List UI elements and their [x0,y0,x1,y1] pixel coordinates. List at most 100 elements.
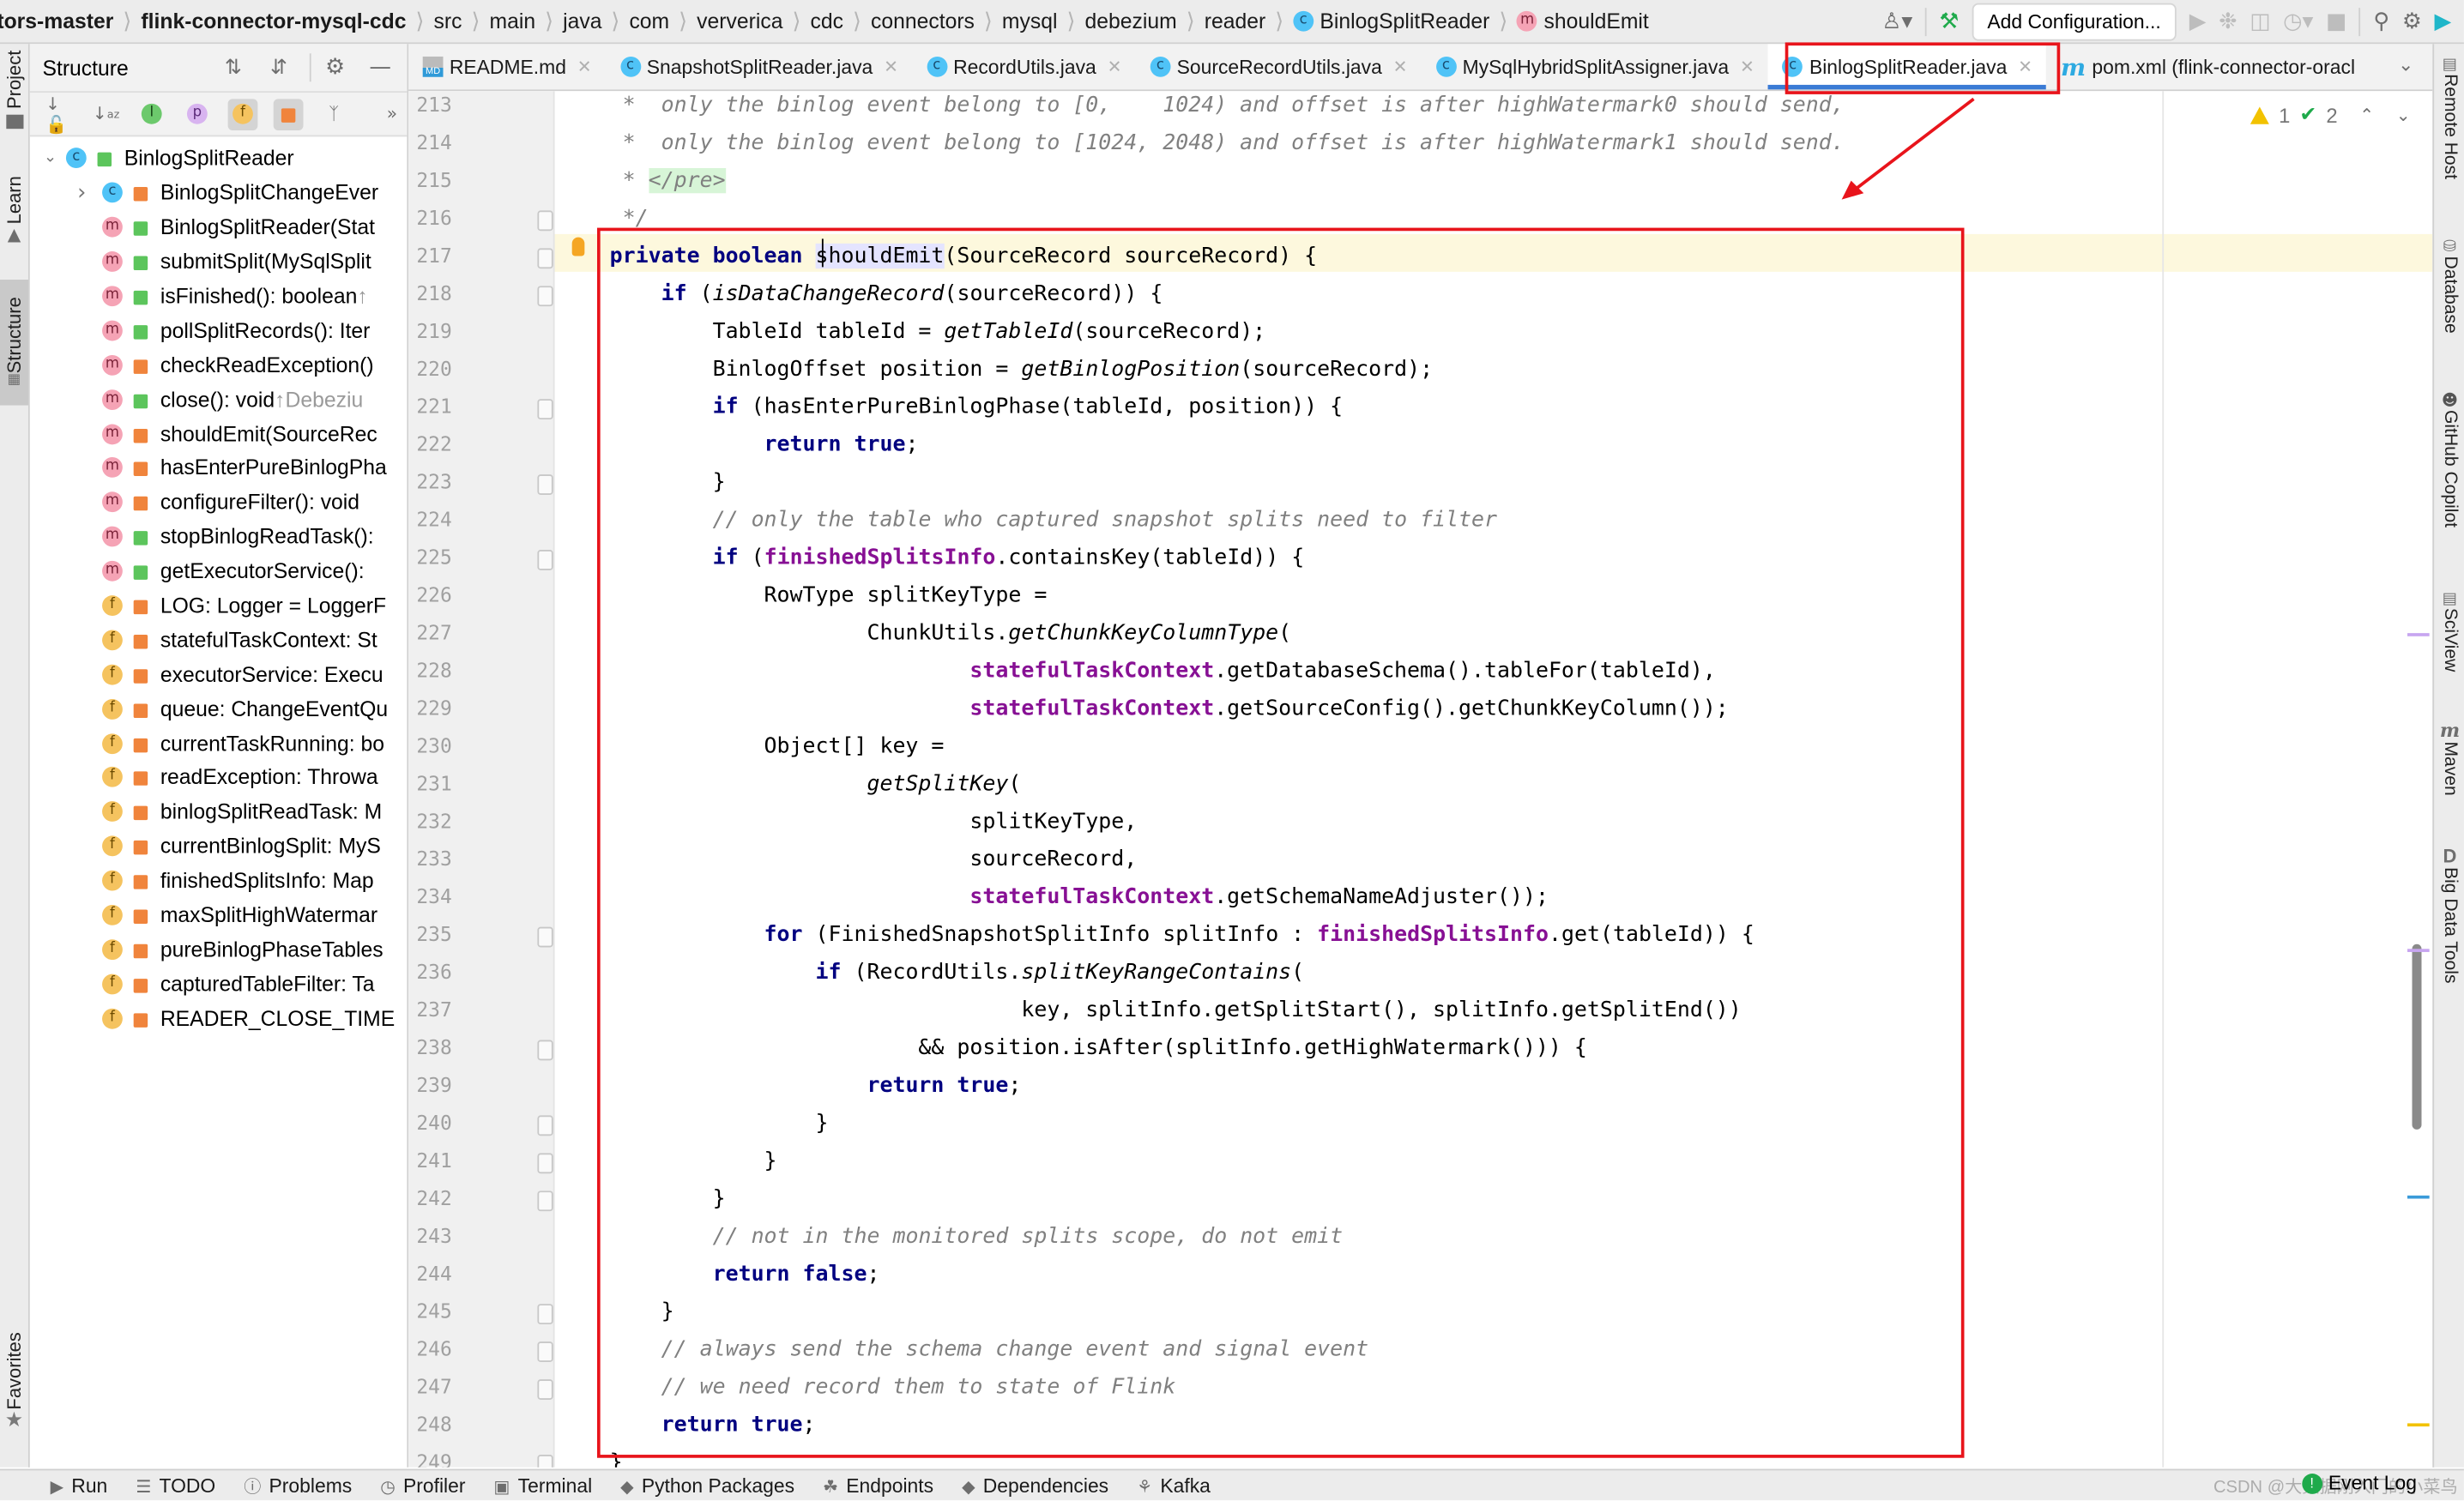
breadcrumb-item[interactable]: com [629,9,669,33]
next-highlight-icon[interactable]: ⌄ [2396,105,2411,126]
expand-all-icon[interactable]: ⇅ [225,56,242,79]
settings-gear-icon[interactable]: ⚙ [325,55,345,80]
profile-icon[interactable]: ◷▾ [2283,9,2313,33]
tool-tab-favorites[interactable]: Favorites ★ [0,1332,28,1433]
hide-panel-icon[interactable]: — [369,55,391,80]
show-fields-icon[interactable]: f [227,98,258,130]
tree-item[interactable]: f finishedSplitsInfo: Map [30,864,408,898]
tree-item[interactable]: m checkReadException() [30,347,408,382]
tool-window-run[interactable]: ▶ Run [51,1475,108,1498]
debug-icon[interactable]: ❉ [2219,9,2237,33]
tool-window-problems[interactable]: ⓘ Problems [244,1474,352,1498]
breadcrumb-item[interactable]: reader [1205,9,1265,33]
breadcrumb-item[interactable]: src [434,9,462,33]
tree-item[interactable]: m hasEnterPureBinlogPha [30,451,408,485]
fold-marker-icon[interactable] [537,1341,553,1362]
sort-alphabetically-icon[interactable]: ↓ a z [91,98,121,130]
coverage-icon[interactable]: ◫ [2250,9,2270,33]
tool-window-dependencies[interactable]: ◆ Dependencies [962,1475,1108,1498]
breadcrumb-item[interactable]: connectors [871,9,975,33]
sort-by-visibility-icon[interactable]: ↓🔓 [45,93,75,135]
tool-window-kafka[interactable]: ⚘ Kafka [1137,1475,1211,1498]
chevron-down-icon[interactable]: ⌄ [39,150,62,167]
tree-item[interactable]: f maxSplitHighWatermar [30,898,408,932]
breadcrumb-item[interactable]: cdc [810,9,842,33]
intention-bulb-icon[interactable] [571,237,585,256]
code-with-me-icon[interactable]: ▶ [2435,9,2452,33]
tool-tab-database[interactable]: ⛁ Database [2434,238,2464,333]
tree-item[interactable]: f statefulTaskContext: St [30,623,408,657]
editor-tab[interactable]: c SourceRecordUtils.java ✕ [1136,44,1422,89]
tree-item[interactable]: f currentTaskRunning: bo [30,726,408,760]
tree-item[interactable]: m shouldEmit(SourceRec [30,417,408,451]
tool-window-python-packages[interactable]: ◆ Python Packages [620,1475,794,1498]
tree-item[interactable]: › c BinlogSplitChangeEver [30,176,408,210]
tool-tab-learn[interactable]: Learn ▲ [0,176,28,244]
tree-item[interactable]: f capturedTableFilter: Ta [30,967,408,1001]
tree-item[interactable]: m configureFilter(): void [30,485,408,520]
tool-tab-sciview[interactable]: ▤ SciView [2434,591,2464,672]
tree-item[interactable]: m stopBinlogReadTask(): [30,520,408,554]
close-icon[interactable]: ✕ [884,57,898,77]
fold-marker-icon[interactable] [537,1455,553,1468]
breadcrumb-item[interactable]: m shouldEmit [1517,9,1649,33]
fold-marker-icon[interactable] [537,210,553,232]
fold-marker-icon[interactable] [537,550,553,570]
collapse-all-icon[interactable]: ⇵ [270,56,287,79]
tree-item[interactable]: f READER_CLOSE_TIME [30,1001,408,1035]
fold-marker-icon[interactable] [537,474,553,495]
fold-marker-icon[interactable] [537,248,553,269]
build-hammer-icon[interactable]: ⚒ [1939,9,1959,33]
search-icon[interactable]: ⚲ [2373,9,2389,33]
stop-icon[interactable]: ■ [2326,9,2346,33]
fold-marker-icon[interactable] [537,399,553,420]
tool-tab-big-data-tools[interactable]: D Big Data Tools [2434,845,2464,983]
tree-item[interactable]: f pureBinlogPhaseTables [30,932,408,967]
tree-item[interactable]: f readException: Throwa [30,761,408,795]
tree-root[interactable]: ⌄ c BinlogSplitReader [30,142,408,176]
editor-tab[interactable]: MD README.md ✕ [408,44,606,89]
show-lambdas-icon[interactable]: ᛉ [319,98,349,130]
tool-window-profiler[interactable]: ◷ Profiler [380,1475,465,1498]
tree-item[interactable]: f LOG: Logger = LoggerF [30,588,408,623]
add-configuration-button[interactable]: Add Configuration... [1972,2,2177,40]
tree-item[interactable]: m pollSplitRecords(): Iter [30,313,408,347]
editor-tab[interactable]: c SnapshotSplitReader.java ✕ [606,44,912,89]
show-inherited-icon[interactable]: I [136,98,166,130]
editor-tab[interactable]: c MySqlHybridSplitAssigner.java ✕ [1422,44,1768,89]
tree-item[interactable]: m submitSplit(MySqlSplit [30,244,408,279]
inspection-widget[interactable]: 1 ✔ 2 ⌃ ⌄ [2250,104,2411,127]
tree-item[interactable]: f queue: ChangeEventQu [30,691,408,726]
tool-window-terminal[interactable]: ▣ Terminal [493,1475,592,1498]
tool-window-endpoints[interactable]: ☘ Endpoints [823,1475,933,1498]
show-non-public-icon[interactable] [273,98,304,130]
show-properties-icon[interactable]: p [182,98,212,130]
tool-tab-maven[interactable]: m Maven [2434,720,2464,796]
editor-tab[interactable]: c RecordUtils.java ✕ [912,44,1136,89]
breadcrumb-item[interactable]: main [489,9,535,33]
breadcrumb-item[interactable]: mysql [1002,9,1058,33]
tree-item[interactable]: m BinlogSplitReader(Stat [30,210,408,244]
tabs-dropdown-icon[interactable]: ⌄ [2398,53,2413,75]
fold-marker-icon[interactable] [537,1191,553,1212]
tree-item[interactable]: m close(): void ↑Debeziu [30,383,408,417]
run-icon[interactable]: ▶ [2189,9,2207,33]
breadcrumb-item[interactable]: java [563,9,601,33]
vcs-users-icon[interactable]: ♙▾ [1881,9,1912,33]
settings-gear-icon[interactable]: ⚙ [2402,9,2422,33]
close-icon[interactable]: ✕ [1740,57,1754,77]
close-icon[interactable]: ✕ [1393,57,1408,77]
fold-marker-icon[interactable] [537,1040,553,1061]
fold-marker-icon[interactable] [537,286,553,307]
chevron-right-icon[interactable]: › [70,180,93,205]
breadcrumb-item[interactable]: ververica [697,9,782,33]
tree-item[interactable]: m getExecutorService(): [30,554,408,588]
event-log-button[interactable]: ! Event Log [2301,1472,2417,1494]
more-options-icon[interactable]: » [377,98,408,130]
breadcrumb-item[interactable]: tors-master [0,9,113,33]
breadcrumb-item[interactable]: debezium [1085,9,1177,33]
close-icon[interactable]: ✕ [1108,57,1122,77]
tool-tab-structure[interactable]: Structure ▦ [0,280,28,406]
breadcrumb-item[interactable]: c BinlogSplitReader [1293,9,1489,33]
tool-tab-project[interactable]: Project [0,51,28,130]
